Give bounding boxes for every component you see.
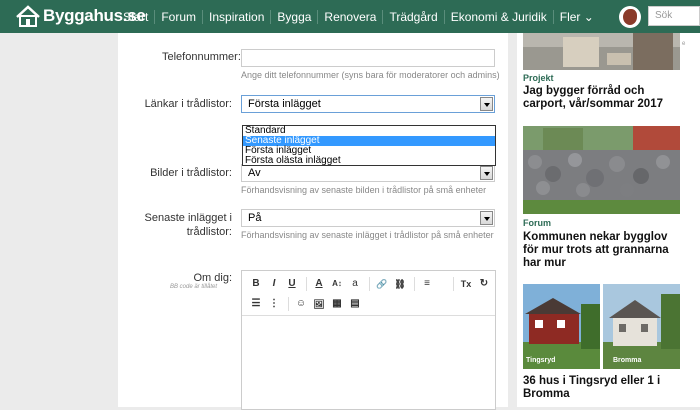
remove-format-button[interactable]: Tx (458, 276, 474, 292)
align-button[interactable]: ≡ (419, 276, 435, 292)
main-nav: Start Forum Inspiration Bygga Renovera T… (123, 0, 600, 33)
links-selected-value: Första inlägget (248, 98, 321, 110)
numbered-list-button[interactable]: ⋮ (266, 296, 282, 312)
bold-button[interactable]: B (248, 276, 264, 292)
user-avatar[interactable] (619, 6, 641, 28)
images-selected-value: Av (248, 167, 261, 179)
chevron-down-icon[interactable] (480, 97, 493, 111)
images-hint: Förhandsvisning av senaste bilden i tråd… (241, 185, 487, 195)
restore-button[interactable]: ↻ (476, 276, 492, 292)
card-image-carport[interactable] (523, 33, 680, 70)
chevron-down-icon[interactable] (480, 211, 493, 225)
latest-label-line1: Senaste inlägget i (144, 212, 232, 224)
nav-forum[interactable]: Forum (154, 9, 202, 24)
links-label: Länkar i trådlistor: (144, 98, 232, 110)
sidebar: Projekt Jag bygger förråd och carport, v… (517, 33, 700, 407)
font-family-button[interactable]: a (347, 276, 363, 292)
nav-renovera[interactable]: Renovera (317, 9, 382, 24)
font-color-button[interactable]: A (311, 276, 327, 292)
latest-hint: Förhandsvisning av senaste inlägget i tr… (241, 230, 494, 240)
card-category-projekt[interactable]: Projekt (523, 73, 554, 83)
latest-selected-value: På (248, 212, 262, 224)
nav-bygga[interactable]: Bygga (270, 9, 317, 24)
links-dropdown-list[interactable]: Standard Senaste inlägget Första inlägge… (242, 125, 496, 166)
editor-toolbar-row2: ☰ ⋮ ☺ 🖼 ▦ ▤ (248, 295, 365, 313)
nav-inspiration[interactable]: Inspiration (202, 9, 270, 24)
unlink-button[interactable]: ⛓ (392, 276, 408, 292)
option-forsta-olasta-inlagget[interactable]: Första olästa inlägget (243, 156, 495, 166)
house-logo-icon (16, 5, 40, 27)
smiley-button[interactable]: ☺ (293, 296, 309, 312)
editor-divider (242, 315, 495, 316)
font-size-button[interactable]: A↕ (329, 276, 345, 292)
media-button[interactable]: ▦ (329, 296, 345, 312)
image-button[interactable]: 🖼 (311, 296, 327, 312)
underline-button[interactable]: U (284, 276, 300, 292)
links-select[interactable]: Första inlägget (241, 95, 495, 113)
phone-field[interactable] (241, 49, 495, 67)
caption-tingsryd: Tingsryd (526, 357, 556, 364)
images-select[interactable]: Av (241, 164, 495, 182)
nav-ekonomi-juridik[interactable]: Ekonomi & Juridik (443, 9, 553, 24)
card-category-forum[interactable]: Forum (523, 218, 551, 228)
about-label: Om dig: (193, 272, 232, 284)
card-title-bygglov-mur[interactable]: Kommunen nekar bygglov för mur trots att… (523, 231, 678, 270)
bbcode-hint: BB code är tillåtet (170, 284, 218, 290)
bullet-list-button[interactable]: ☰ (248, 296, 264, 312)
about-editor[interactable]: B I U A A↕ a 🔗 ⛓ ≡ Tx ↻ ☰ ⋮ ☺ 🖼 ▦ ▤ (241, 270, 496, 410)
editor-toolbar-row1: B I U A A↕ a 🔗 ⛓ ≡ Tx ↻ (248, 275, 494, 293)
profile-settings-form: Telefonnummer: Ange ditt telefonnummer (… (118, 33, 508, 410)
card-title-hus-tingsryd-bromma[interactable]: 36 hus i Tingsryd eller 1 i Bromma (523, 375, 678, 401)
latest-select[interactable]: På (241, 209, 495, 227)
phone-hint: Ange ditt telefonnummer (syns bara för m… (241, 70, 500, 80)
nav-start[interactable]: Start (123, 10, 154, 24)
chevron-down-icon[interactable] (480, 166, 493, 180)
phone-label: Telefonnummer: (162, 51, 241, 63)
caption-bromma: Bromma (613, 357, 642, 364)
images-label: Bilder i trådlistor: (150, 167, 232, 179)
card-image-stone-wall[interactable] (523, 126, 680, 214)
search-input[interactable]: Sök (648, 6, 700, 26)
nav-tradgard[interactable]: Trädgård (382, 9, 443, 24)
latest-label-line2: trådlistor: (186, 226, 232, 238)
card-title-carport[interactable]: Jag bygger förråd och carport, vår/somma… (523, 85, 678, 111)
template-button[interactable]: ▤ (347, 296, 363, 312)
italic-button[interactable]: I (266, 276, 282, 292)
link-button[interactable]: 🔗 (374, 276, 390, 292)
top-navigation-bar: Byggahus.se Start Forum Inspiration Bygg… (0, 0, 700, 33)
nav-fler[interactable]: Fler ⌄ (552, 9, 600, 24)
sidebar-edge-text: e (682, 41, 686, 47)
